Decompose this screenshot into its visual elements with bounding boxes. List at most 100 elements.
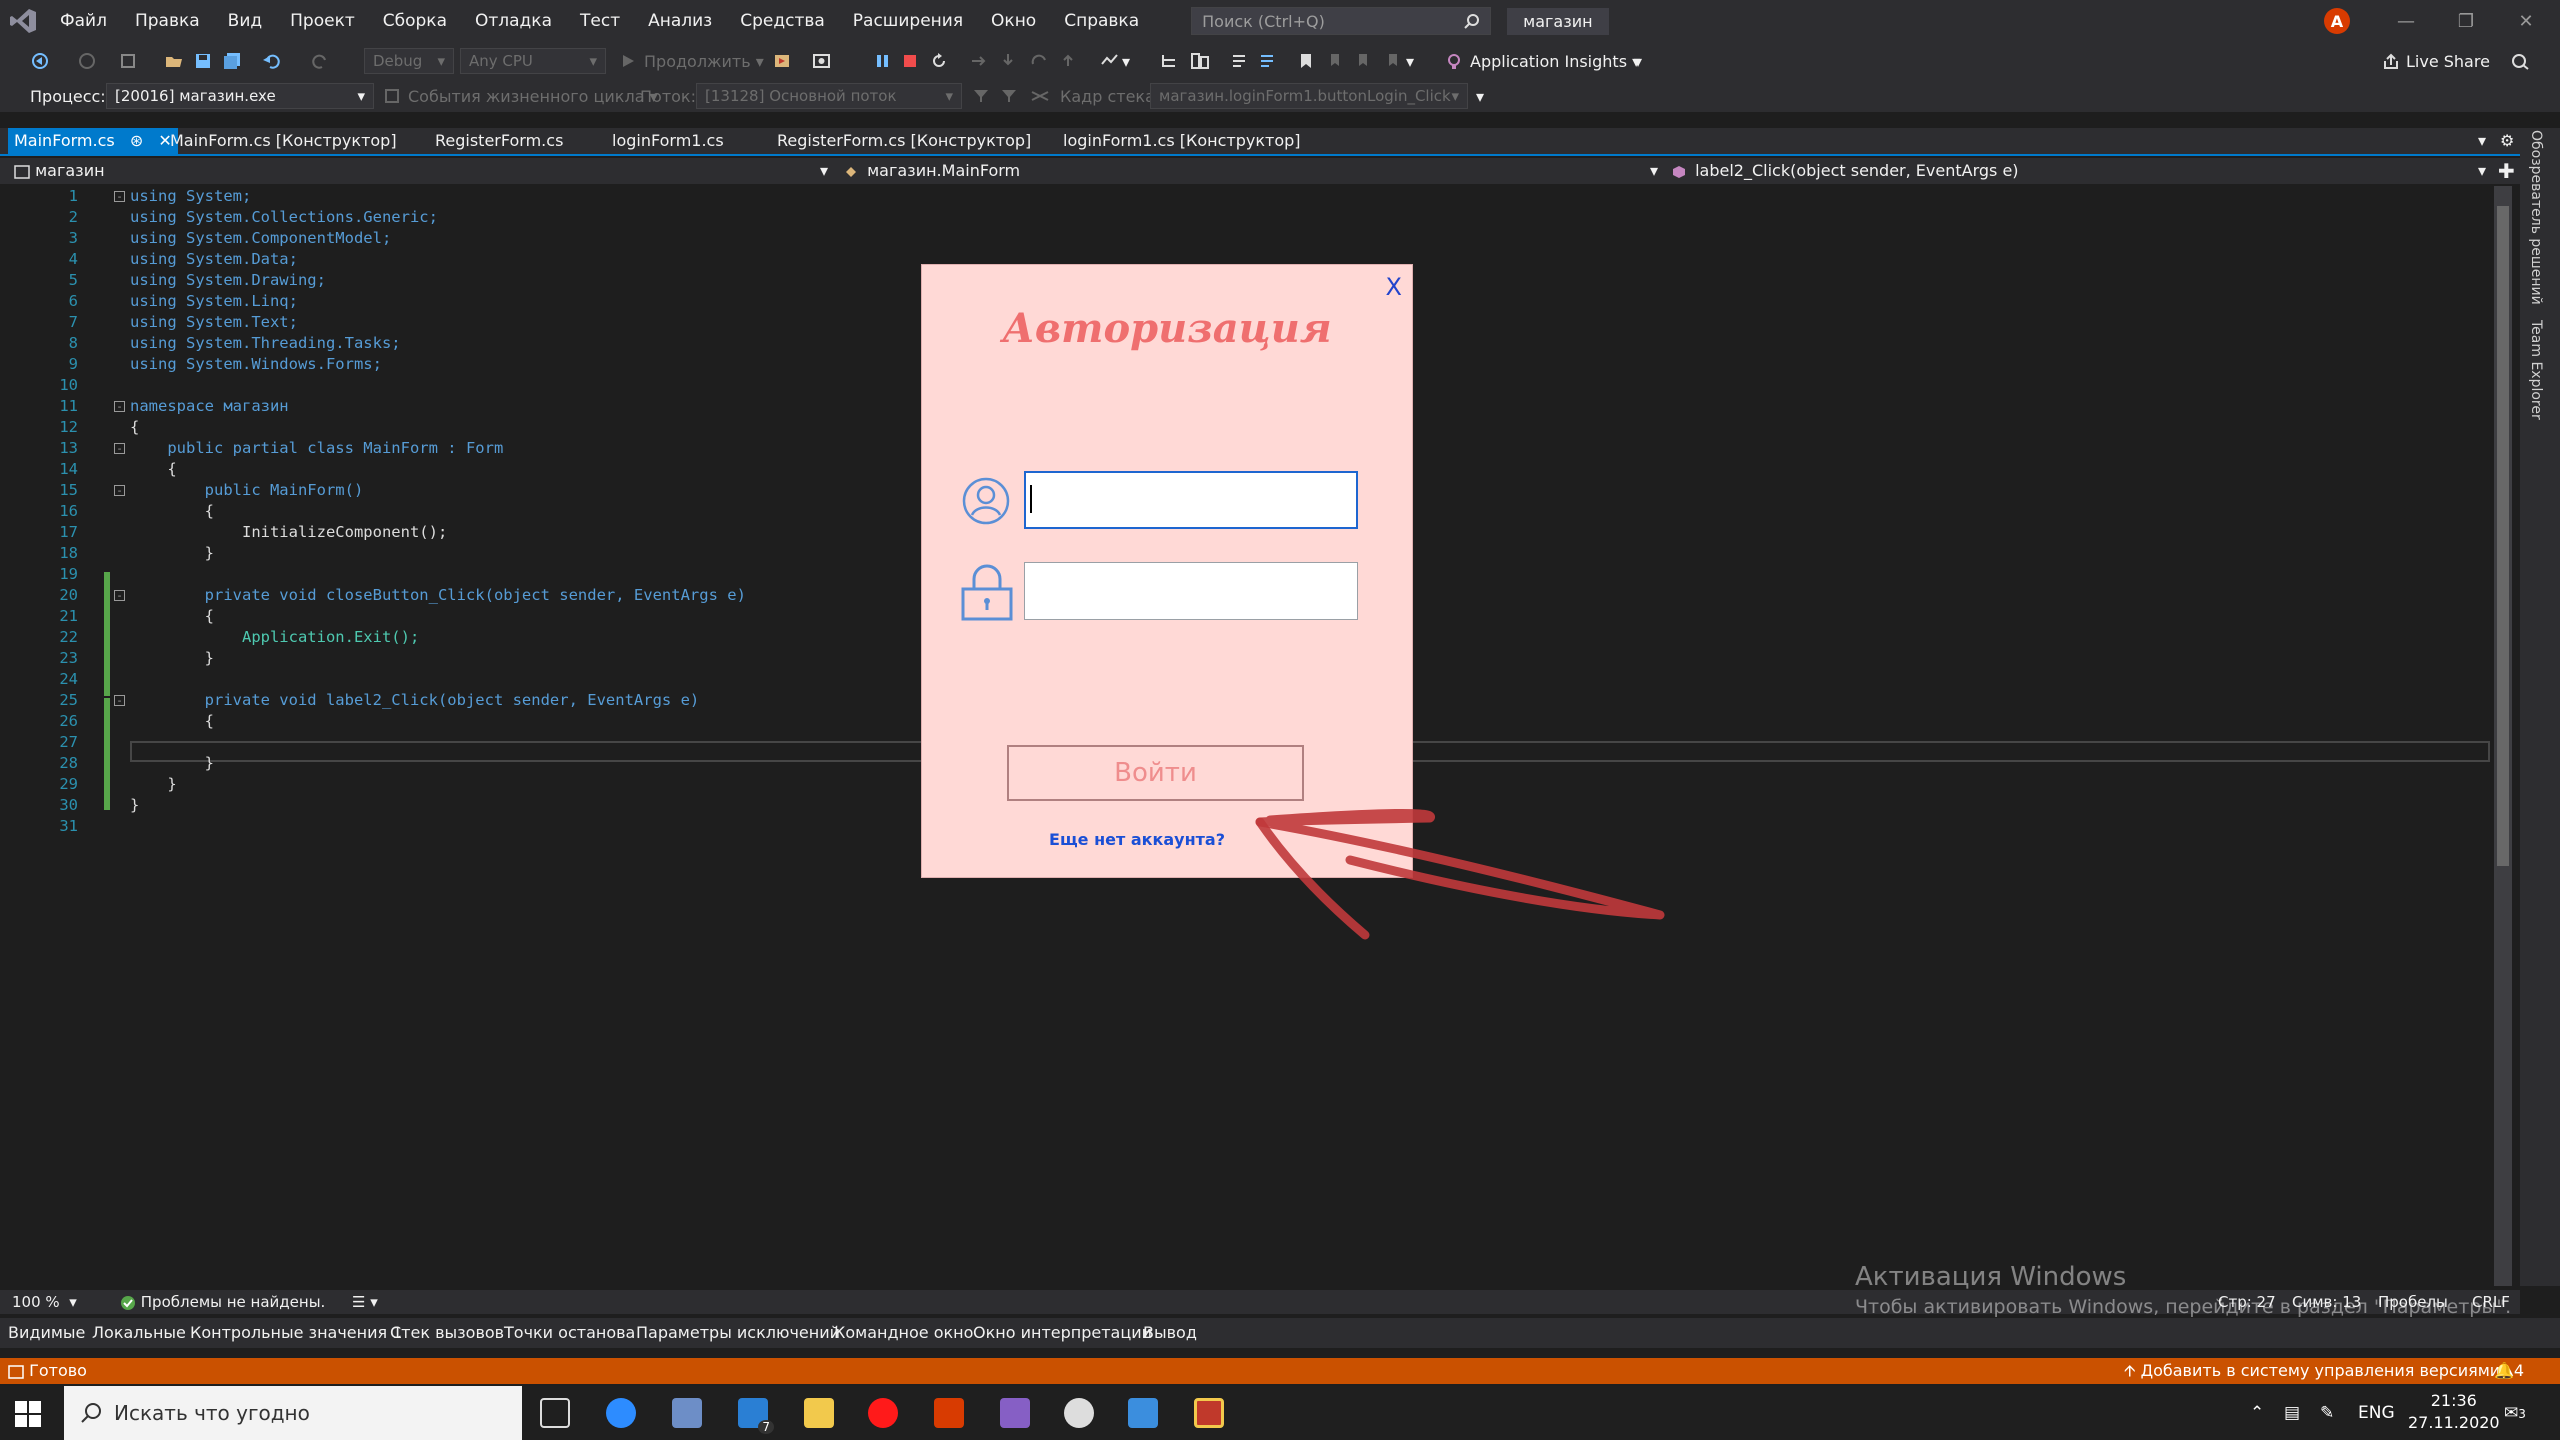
toolbar-overflow-icon[interactable]: ▾: [1634, 42, 1642, 80]
navigate-back-icon[interactable]: [30, 42, 50, 80]
redo-icon[interactable]: [310, 42, 330, 80]
save-all-icon[interactable]: [222, 42, 242, 80]
menu-build[interactable]: Сборка: [369, 0, 461, 42]
save-icon[interactable]: [194, 42, 212, 80]
tab-command-window[interactable]: Командное окно: [834, 1318, 973, 1348]
menu-extensions[interactable]: Расширения: [839, 0, 977, 42]
toolbar2-overflow-icon[interactable]: ▾: [1476, 80, 1484, 112]
next-bookmark-icon[interactable]: [1354, 42, 1372, 80]
menu-file[interactable]: Файл: [46, 0, 121, 42]
continue-button[interactable]: Продолжить ▾: [620, 42, 764, 80]
step-over-icon[interactable]: [1030, 42, 1048, 80]
menu-edit[interactable]: Правка: [121, 0, 214, 42]
menu-project[interactable]: Проект: [276, 0, 369, 42]
account-avatar[interactable]: A: [2324, 8, 2350, 34]
tab-registerform-designer[interactable]: RegisterForm.cs [Конструктор]: [777, 128, 1031, 154]
vertical-scrollbar[interactable]: [2494, 186, 2512, 1286]
language-indicator[interactable]: ENG: [2358, 1386, 2395, 1440]
tab-autos[interactable]: Видимые: [8, 1318, 85, 1348]
undo-icon[interactable]: [262, 42, 282, 80]
menu-window[interactable]: Окно: [977, 0, 1050, 42]
app-icon[interactable]: [1128, 1398, 1158, 1428]
prev-bookmark-icon[interactable]: [1326, 42, 1344, 80]
uncomment-icon[interactable]: [1258, 42, 1278, 80]
filter-flag-icon[interactable]: [1000, 80, 1020, 112]
zoom-dropdown[interactable]: 100 % ▾: [12, 1290, 77, 1314]
diagnostic-icon[interactable]: ▾: [1100, 42, 1130, 80]
project-dropdown-arrow-icon[interactable]: ▾: [820, 158, 828, 184]
password-input[interactable]: [1024, 562, 1358, 620]
tab-loginform1-designer[interactable]: loginForm1.cs [Конструктор]: [1063, 128, 1301, 154]
tab-call-stack[interactable]: Стек вызовов: [390, 1318, 504, 1348]
visual-studio-taskbar-icon[interactable]: [1000, 1398, 1030, 1428]
bookmark-icon[interactable]: [1298, 42, 1314, 80]
dialog-close-button[interactable]: X: [1386, 273, 1402, 301]
menu-tools[interactable]: Средства: [726, 0, 839, 42]
thread-combo[interactable]: [13128] Основной поток ▾: [696, 83, 962, 109]
login-button[interactable]: Войти: [1007, 745, 1304, 801]
clear-bookmarks-icon[interactable]: ▾: [1384, 42, 1414, 80]
calculator-icon[interactable]: [672, 1398, 702, 1428]
collapse-icon[interactable]: -: [114, 443, 125, 454]
platform-combo[interactable]: Any CPU ▾: [460, 48, 606, 74]
collapse-icon[interactable]: -: [114, 590, 125, 601]
tab-watch-1[interactable]: Контрольные значения 1: [190, 1318, 402, 1348]
live-share-button[interactable]: Live Share: [2382, 42, 2490, 80]
taskbar-search-input[interactable]: Искать что угодно: [64, 1386, 522, 1440]
team-explorer-tab[interactable]: Team Explorer: [2528, 320, 2544, 420]
github-desktop-icon[interactable]: [1064, 1398, 1094, 1428]
stop-debugging-icon[interactable]: [902, 42, 918, 80]
step-out-icon[interactable]: [1060, 42, 1076, 80]
tab-registerform-cs[interactable]: RegisterForm.cs: [435, 128, 563, 154]
network-icon[interactable]: ▤: [2284, 1386, 2300, 1440]
restore-button[interactable]: ❐: [2436, 0, 2496, 42]
config-combo[interactable]: Debug ▾: [364, 48, 454, 74]
add-to-source-control-button[interactable]: 🡩 Добавить в систему управления версиями…: [2124, 1358, 2513, 1384]
tab-loginform1-cs[interactable]: loginForm1.cs: [612, 128, 724, 154]
tab-exception-settings[interactable]: Параметры исключений: [636, 1318, 840, 1348]
mail-icon[interactable]: 7: [738, 1398, 774, 1434]
project-dropdown[interactable]: магазин: [14, 158, 105, 184]
split-editor-icon[interactable]: ✚: [2498, 158, 2515, 184]
feedback-icon[interactable]: [2510, 42, 2530, 80]
stack-frame-combo[interactable]: магазин.loginForm1.buttonLogin_Click ▾: [1150, 83, 1468, 109]
collapse-icon[interactable]: -: [114, 485, 125, 496]
windows-start-icon[interactable]: [14, 1400, 42, 1432]
process-combo[interactable]: [20016] магазин.exe ▾: [106, 83, 374, 109]
pin-icon[interactable]: ⊛: [130, 131, 143, 150]
tab-list-dropdown-icon[interactable]: ▾: [2478, 128, 2486, 154]
username-input[interactable]: [1024, 471, 1358, 529]
action-center-icon[interactable]: ✉3: [2504, 1386, 2526, 1440]
threads-icon[interactable]: [1160, 42, 1180, 80]
code-cleanup-icon[interactable]: ☰ ▾: [352, 1290, 378, 1314]
tab-immediate-window[interactable]: Окно интерпретации: [973, 1318, 1152, 1348]
clock[interactable]: 21:36 27.11.2020: [2408, 1390, 2500, 1434]
restart-icon[interactable]: [930, 42, 948, 80]
tab-breakpoints[interactable]: Точки останова: [504, 1318, 635, 1348]
lifecycle-events-button[interactable]: События жизненного цикла ▾: [384, 80, 658, 112]
notifications-button[interactable]: 🔔4: [2494, 1358, 2524, 1384]
running-form-icon[interactable]: [1194, 1398, 1224, 1428]
tray-chevron-icon[interactable]: ⌃: [2250, 1386, 2264, 1440]
tab-mainform-cs[interactable]: MainForm.cs ⊛ ✕: [8, 128, 178, 154]
show-next-statement-icon[interactable]: [970, 42, 988, 80]
task-view-icon[interactable]: [540, 1398, 570, 1428]
collapse-icon[interactable]: -: [114, 695, 125, 706]
filter-icon[interactable]: [972, 80, 992, 112]
screenshot-icon[interactable]: [812, 42, 832, 80]
issues-indicator[interactable]: Проблемы не найдены.: [120, 1290, 325, 1314]
class-dropdown[interactable]: магазин.MainForm: [844, 158, 1020, 184]
tab-mainform-designer[interactable]: MainForm.cs [Конструктор]: [170, 128, 397, 154]
visual-studio-logo-icon[interactable]: [0, 0, 46, 42]
break-all-icon[interactable]: [874, 42, 890, 80]
menu-analyze[interactable]: Анализ: [634, 0, 726, 42]
modules-icon[interactable]: [1190, 42, 1210, 80]
comment-icon[interactable]: [1230, 42, 1248, 80]
menu-test[interactable]: Тест: [566, 0, 634, 42]
menu-view[interactable]: Вид: [214, 0, 276, 42]
member-dropdown-arrow-icon[interactable]: ▾: [2478, 158, 2486, 184]
pen-icon[interactable]: ✎: [2320, 1386, 2334, 1440]
search-input[interactable]: Поиск (Ctrl+Q): [1191, 7, 1492, 35]
open-file-icon[interactable]: [164, 42, 184, 80]
collapse-icon[interactable]: -: [114, 191, 125, 202]
